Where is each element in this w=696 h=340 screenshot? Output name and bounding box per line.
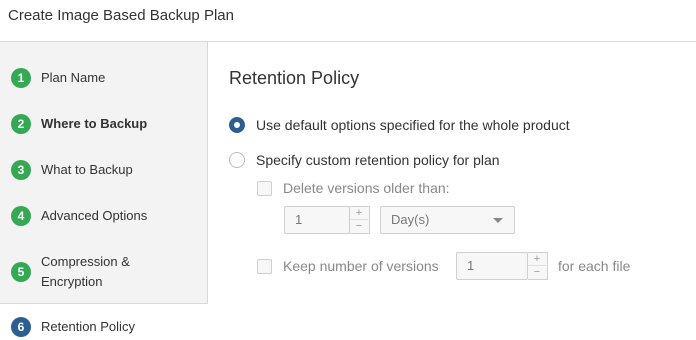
step-label-advanced-options: Advanced Options xyxy=(41,208,148,223)
step-plan-name[interactable]: 1 Plan Name xyxy=(0,68,207,88)
step-advanced-options[interactable]: 4 Advanced Options xyxy=(0,206,207,226)
wizard-sidebar: 1 Plan Name 2 Where to Backup 3 What to … xyxy=(0,42,208,340)
step-number-6: 6 xyxy=(11,317,31,337)
delete-versions-checkbox[interactable] xyxy=(257,181,272,196)
step-label-retention-policy: Retention Policy xyxy=(41,319,135,334)
step-number-5: 5 xyxy=(11,262,31,282)
default-options-radio[interactable] xyxy=(229,117,245,133)
keep-versions-stepper[interactable]: + − xyxy=(528,252,548,280)
page-title: Retention Policy xyxy=(229,68,360,88)
keep-versions-decrement-button[interactable]: − xyxy=(528,266,546,279)
chevron-down-icon xyxy=(493,218,503,223)
step-what-to-backup[interactable]: 3 What to Backup xyxy=(0,160,207,180)
step-label-where-to-backup: Where to Backup xyxy=(41,116,148,131)
delete-versions-label: Delete versions older than: xyxy=(283,180,450,196)
keep-versions-checkbox[interactable] xyxy=(257,259,272,274)
step-number-2: 2 xyxy=(11,114,31,134)
delete-versions-increment-button[interactable]: + xyxy=(350,207,368,220)
keep-versions-value-input[interactable]: 1 xyxy=(456,252,528,280)
delete-versions-value-input[interactable]: 1 xyxy=(284,206,350,234)
custom-policy-radio[interactable] xyxy=(229,152,245,168)
step-number-1: 1 xyxy=(11,68,31,88)
keep-versions-suffix: for each file xyxy=(558,258,631,274)
step-label-compression-line1: Compression & xyxy=(41,254,130,269)
delete-versions-unit-value: Day(s) xyxy=(391,212,430,227)
window-title: Create Image Based Backup Plan xyxy=(8,7,234,24)
keep-versions-increment-button[interactable]: + xyxy=(528,253,546,266)
step-number-4: 4 xyxy=(11,206,31,226)
default-options-label[interactable]: Use default options specified for the wh… xyxy=(256,116,570,134)
step-label-plan-name: Plan Name xyxy=(41,70,106,85)
delete-versions-decrement-button[interactable]: − xyxy=(350,220,368,233)
step-where-to-backup[interactable]: 2 Where to Backup xyxy=(0,114,207,134)
step-label-compression-line2: Encryption xyxy=(41,274,103,289)
delete-versions-value: 1 xyxy=(295,212,303,227)
keep-versions-label: Keep number of versions xyxy=(283,258,439,274)
window-titlebar: Create Image Based Backup Plan xyxy=(0,0,696,42)
step-number-3: 3 xyxy=(11,160,31,180)
delete-versions-unit-select[interactable]: Day(s) xyxy=(380,206,515,234)
keep-versions-value: 1 xyxy=(467,258,475,273)
step-label-what-to-backup: What to Backup xyxy=(41,162,133,177)
custom-policy-label[interactable]: Specify custom retention policy for plan xyxy=(256,151,500,169)
delete-versions-stepper[interactable]: + − xyxy=(350,206,370,234)
main-panel: Retention Policy Use default options spe… xyxy=(208,42,696,340)
step-compression-encryption[interactable]: 5 Compression & Encryption xyxy=(0,252,207,292)
step-retention-policy[interactable]: 6 Retention Policy xyxy=(0,317,207,337)
